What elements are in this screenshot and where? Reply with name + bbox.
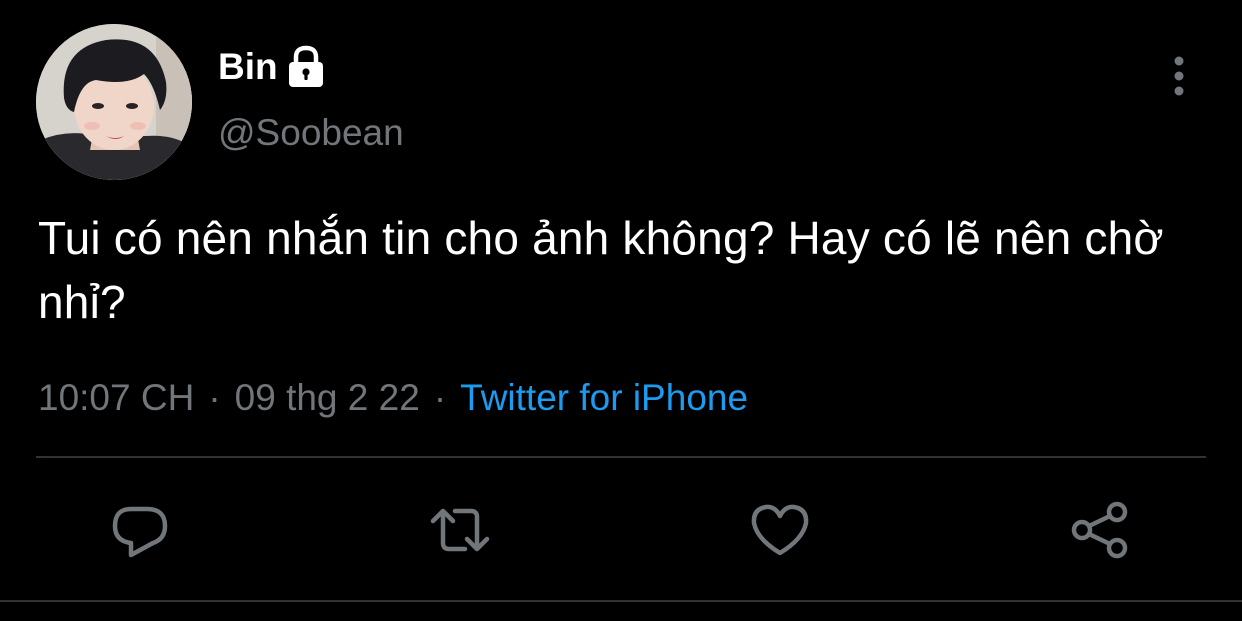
- display-name[interactable]: Bin: [218, 40, 278, 94]
- retweet-icon: [429, 499, 491, 561]
- lock-icon: [286, 40, 326, 94]
- more-vertical-icon: [1173, 56, 1185, 96]
- tweet-meta: 10:07 CH · 09 thg 2 22 · Twitter for iPh…: [38, 370, 748, 426]
- share-button[interactable]: [1060, 490, 1140, 570]
- display-name-row: Bin: [218, 40, 326, 94]
- meta-separator: ·: [208, 377, 221, 418]
- reply-icon: [109, 499, 171, 561]
- tweet-time[interactable]: 10:07 CH: [38, 377, 194, 419]
- retweet-button[interactable]: [420, 490, 500, 570]
- avatar[interactable]: [36, 24, 192, 180]
- tweet-text: Tui có nên nhắn tin cho ảnh không? Hay c…: [38, 212, 1164, 328]
- divider: [36, 456, 1206, 458]
- like-button[interactable]: [740, 490, 820, 570]
- reply-button[interactable]: [100, 490, 180, 570]
- action-bar: [0, 490, 1242, 570]
- user-handle[interactable]: @Soobean: [218, 108, 404, 158]
- meta-separator: ·: [433, 377, 447, 418]
- share-icon: [1069, 499, 1131, 561]
- more-options-button[interactable]: [1160, 54, 1198, 98]
- heart-icon: [749, 499, 811, 561]
- divider: [0, 600, 1242, 602]
- tweet-source-link[interactable]: Twitter for iPhone: [460, 377, 748, 419]
- tweet-date[interactable]: 09 thg 2 22: [235, 377, 420, 419]
- tweet-detail: Bin @Soobean Tui có nên nhắn tin cho ảnh…: [0, 0, 1242, 621]
